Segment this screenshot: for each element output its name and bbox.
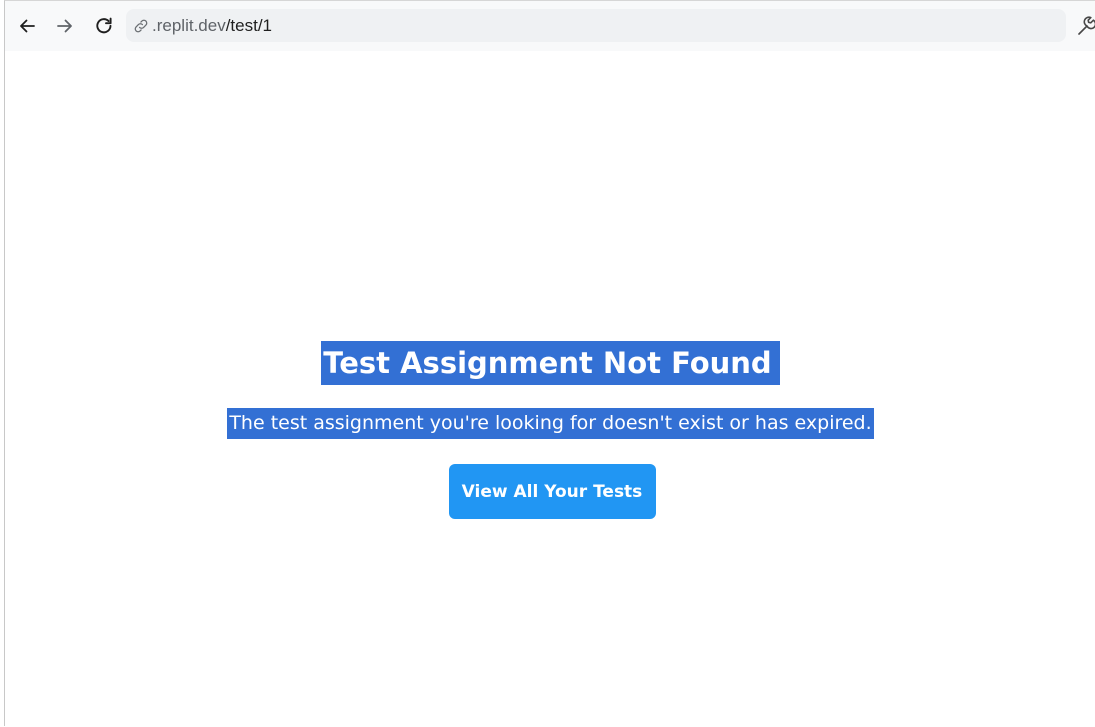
- reload-icon: [96, 17, 112, 34]
- url-text: .replit.dev/test/1: [152, 16, 272, 36]
- link-icon[interactable]: [132, 17, 150, 35]
- reload-button[interactable]: [89, 11, 119, 41]
- page-title: Test Assignment Not Found: [321, 341, 780, 385]
- extensions-button[interactable]: [1075, 15, 1095, 37]
- not-found-panel: Test Assignment Not Found The test assig…: [5, 341, 1095, 519]
- arrow-right-icon: [57, 19, 72, 33]
- view-all-tests-button[interactable]: View All Your Tests: [448, 464, 656, 519]
- page-content: Test Assignment Not Found The test assig…: [5, 51, 1095, 727]
- url-host: .replit.dev: [152, 15, 226, 35]
- wrench-icon: [1078, 16, 1095, 35]
- address-bar[interactable]: .replit.dev/test/1: [126, 9, 1066, 42]
- error-message: The test assignment you're looking for d…: [227, 408, 874, 439]
- browser-toolbar: .replit.dev/test/1: [5, 1, 1095, 51]
- forward-button[interactable]: [50, 11, 80, 41]
- arrow-left-icon: [20, 19, 35, 33]
- back-button[interactable]: [12, 11, 42, 41]
- url-path: /test/1: [225, 15, 273, 35]
- browser-window: .replit.dev/test/1 Test Assignment Not F…: [4, 0, 1095, 727]
